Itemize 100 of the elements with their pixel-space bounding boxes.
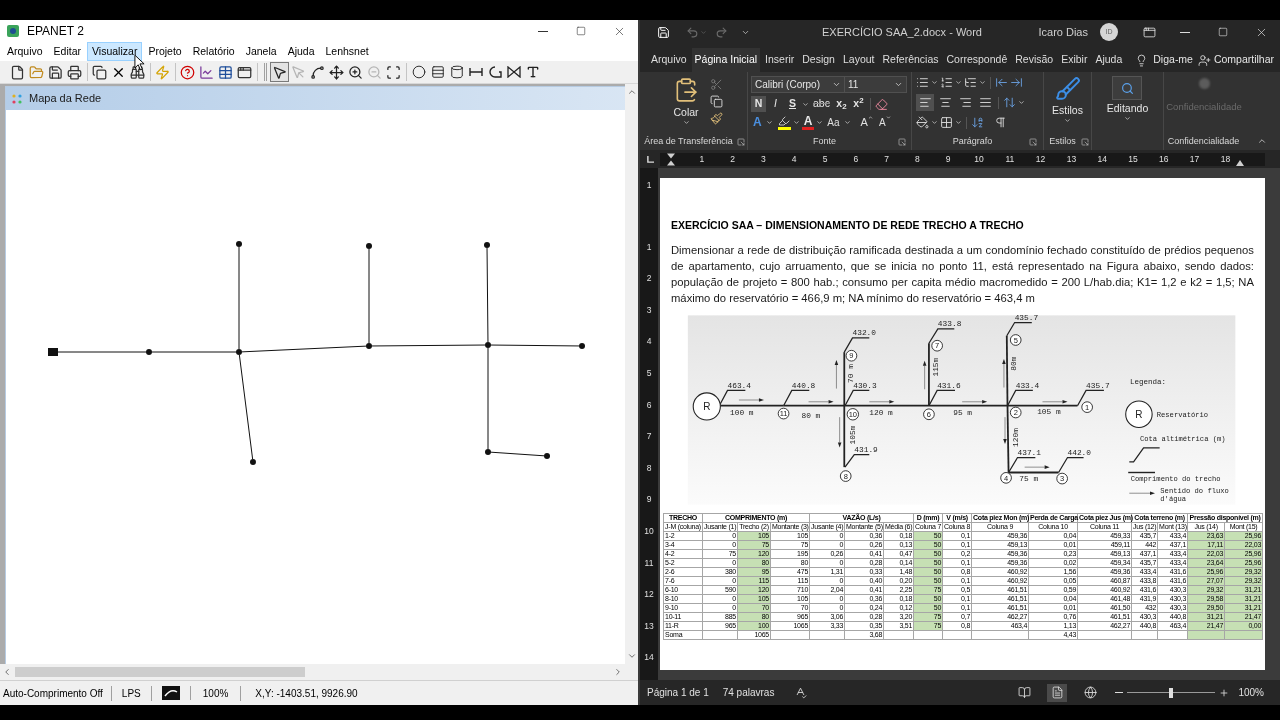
font-family-dropdown[interactable]: Calibri (Corpo): [751, 76, 845, 93]
indent-marker-icon[interactable]: [1236, 159, 1244, 166]
zoom-level[interactable]: 100%: [1238, 685, 1264, 700]
ribbon-tab[interactable]: Referências: [879, 48, 942, 72]
new-file-icon[interactable]: [10, 64, 25, 80]
select-tool-button[interactable]: [270, 62, 289, 82]
shrink-font-button[interactable]: A: [876, 115, 893, 130]
horizontal-scrollbar[interactable]: [0, 664, 625, 680]
caret-icon[interactable]: [1064, 117, 1071, 124]
menu-item[interactable]: Ajuda: [282, 42, 320, 61]
font-size-dropdown[interactable]: 11: [845, 76, 907, 93]
tree-list-icon[interactable]: [964, 76, 977, 89]
tab-stop-icon[interactable]: [646, 155, 654, 163]
pilcrow-icon[interactable]: [994, 116, 1007, 129]
eraser-icon[interactable]: [874, 97, 888, 111]
printer-icon[interactable]: [67, 64, 82, 80]
dialog-launcher-icon[interactable]: [1029, 138, 1037, 146]
paint-bucket-icon[interactable]: [916, 116, 929, 129]
highlighter-icon[interactable]: [778, 115, 791, 127]
superscript-button[interactable]: x$^{2}$: [850, 96, 866, 112]
styles-button[interactable]: Estilos: [1052, 76, 1083, 124]
caret-icon[interactable]: [1124, 115, 1131, 122]
bold-button[interactable]: N: [751, 96, 766, 112]
menu-item[interactable]: Janela: [240, 42, 282, 61]
editing-button[interactable]: Editando: [1106, 76, 1149, 122]
scroll-left-icon[interactable]: [2, 667, 12, 677]
curved-hook-icon[interactable]: [487, 66, 502, 78]
grid-icon[interactable]: [940, 116, 953, 129]
numbered-list-icon[interactable]: [940, 76, 953, 89]
caret-icon[interactable]: [979, 79, 986, 86]
text-tool-icon[interactable]: [525, 65, 540, 79]
ribbon-tab[interactable]: Revisão: [1012, 48, 1057, 72]
stacked-rows-icon[interactable]: [430, 65, 445, 79]
bracket-line-icon[interactable]: [468, 67, 483, 77]
underline-button[interactable]: S: [785, 96, 800, 112]
tell-me-field[interactable]: Diga-me: [1153, 52, 1193, 68]
window-icon[interactable]: [1143, 25, 1156, 39]
ribbon-tab[interactable]: Página Inicial: [691, 48, 761, 72]
redo-icon[interactable]: [715, 25, 728, 39]
ribbon-tab[interactable]: Arquivo: [648, 48, 690, 72]
indent-marker-icon[interactable]: [667, 152, 675, 166]
paintbrush-icon[interactable]: [710, 112, 723, 125]
bowtie-icon[interactable]: [506, 66, 521, 78]
scroll-down-icon[interactable]: [626, 651, 637, 661]
menu-item[interactable]: Arquivo: [2, 42, 48, 61]
dialog-launcher-icon[interactable]: [1081, 138, 1089, 146]
caret-icon[interactable]: [955, 79, 962, 86]
scrollbar-thumb[interactable]: [15, 667, 305, 677]
zoom-slider[interactable]: [1127, 687, 1216, 698]
sort-icon[interactable]: [971, 116, 984, 129]
word-count[interactable]: 74 palavras: [722, 685, 775, 700]
menu-item[interactable]: Projeto: [143, 42, 187, 61]
table-icon[interactable]: [218, 64, 233, 80]
copy-icon[interactable]: [710, 95, 723, 108]
text-effects-button[interactable]: A: [751, 115, 764, 130]
caret-icon[interactable]: [931, 79, 938, 86]
arrow-left-to-line-icon[interactable]: [995, 76, 1008, 89]
italic-button[interactable]: I: [768, 96, 783, 112]
caret-icon[interactable]: [802, 100, 809, 108]
ribbon-tab[interactable]: Inserir: [762, 48, 798, 72]
window-icon[interactable]: [237, 64, 252, 80]
caret-icon[interactable]: [792, 119, 800, 126]
cylinder-icon[interactable]: [449, 65, 464, 79]
align-left-button[interactable]: [916, 94, 934, 111]
caret-icon[interactable]: [931, 119, 938, 126]
print-layout-button[interactable]: [1047, 683, 1068, 702]
spell-check-icon[interactable]: [794, 686, 808, 699]
zoom-in-icon[interactable]: [1219, 687, 1230, 698]
ribbon-tab[interactable]: Exibir: [1058, 48, 1091, 72]
bulleted-list-icon[interactable]: [916, 76, 929, 89]
ribbon-tab[interactable]: Design: [799, 48, 838, 72]
collapse-ribbon-icon[interactable]: [1257, 136, 1267, 146]
caret-icon[interactable]: [1018, 99, 1025, 106]
caret-icon[interactable]: [843, 119, 851, 126]
page-count[interactable]: Página 1 de 1: [647, 685, 709, 700]
undo-icon[interactable]: [686, 25, 699, 39]
caret-icon[interactable]: [955, 119, 962, 126]
change-case-button[interactable]: Aa: [825, 115, 842, 130]
grow-font-button[interactable]: A: [858, 115, 875, 130]
ribbon-tab[interactable]: Layout: [839, 48, 878, 72]
caret-icon[interactable]: [816, 119, 824, 126]
menu-item[interactable]: Visualizar: [87, 42, 143, 61]
ribbon-tab[interactable]: Ajuda: [1092, 48, 1126, 72]
font-color-button[interactable]: A: [801, 115, 815, 130]
caret-icon[interactable]: [765, 119, 773, 126]
dialog-launcher-icon[interactable]: [898, 138, 906, 146]
vertical-scrollbar[interactable]: [625, 84, 638, 664]
binoculars-icon[interactable]: [130, 64, 145, 80]
save-icon[interactable]: [48, 64, 63, 80]
slider-thumb[interactable]: [1169, 687, 1174, 698]
scroll-up-icon[interactable]: [626, 87, 637, 97]
ribbon-tab[interactable]: Correspondê: [943, 48, 1011, 72]
menu-item[interactable]: Editar: [48, 42, 87, 61]
circle-icon[interactable]: [411, 65, 426, 79]
arrow-right-to-line-icon[interactable]: [1010, 76, 1023, 89]
share-button[interactable]: Compartilhar: [1197, 48, 1274, 72]
chart-icon[interactable]: [199, 64, 214, 80]
scroll-right-icon[interactable]: [613, 667, 623, 677]
menu-item[interactable]: Lenhsnet: [320, 42, 374, 61]
dialog-launcher-icon[interactable]: [737, 138, 745, 146]
